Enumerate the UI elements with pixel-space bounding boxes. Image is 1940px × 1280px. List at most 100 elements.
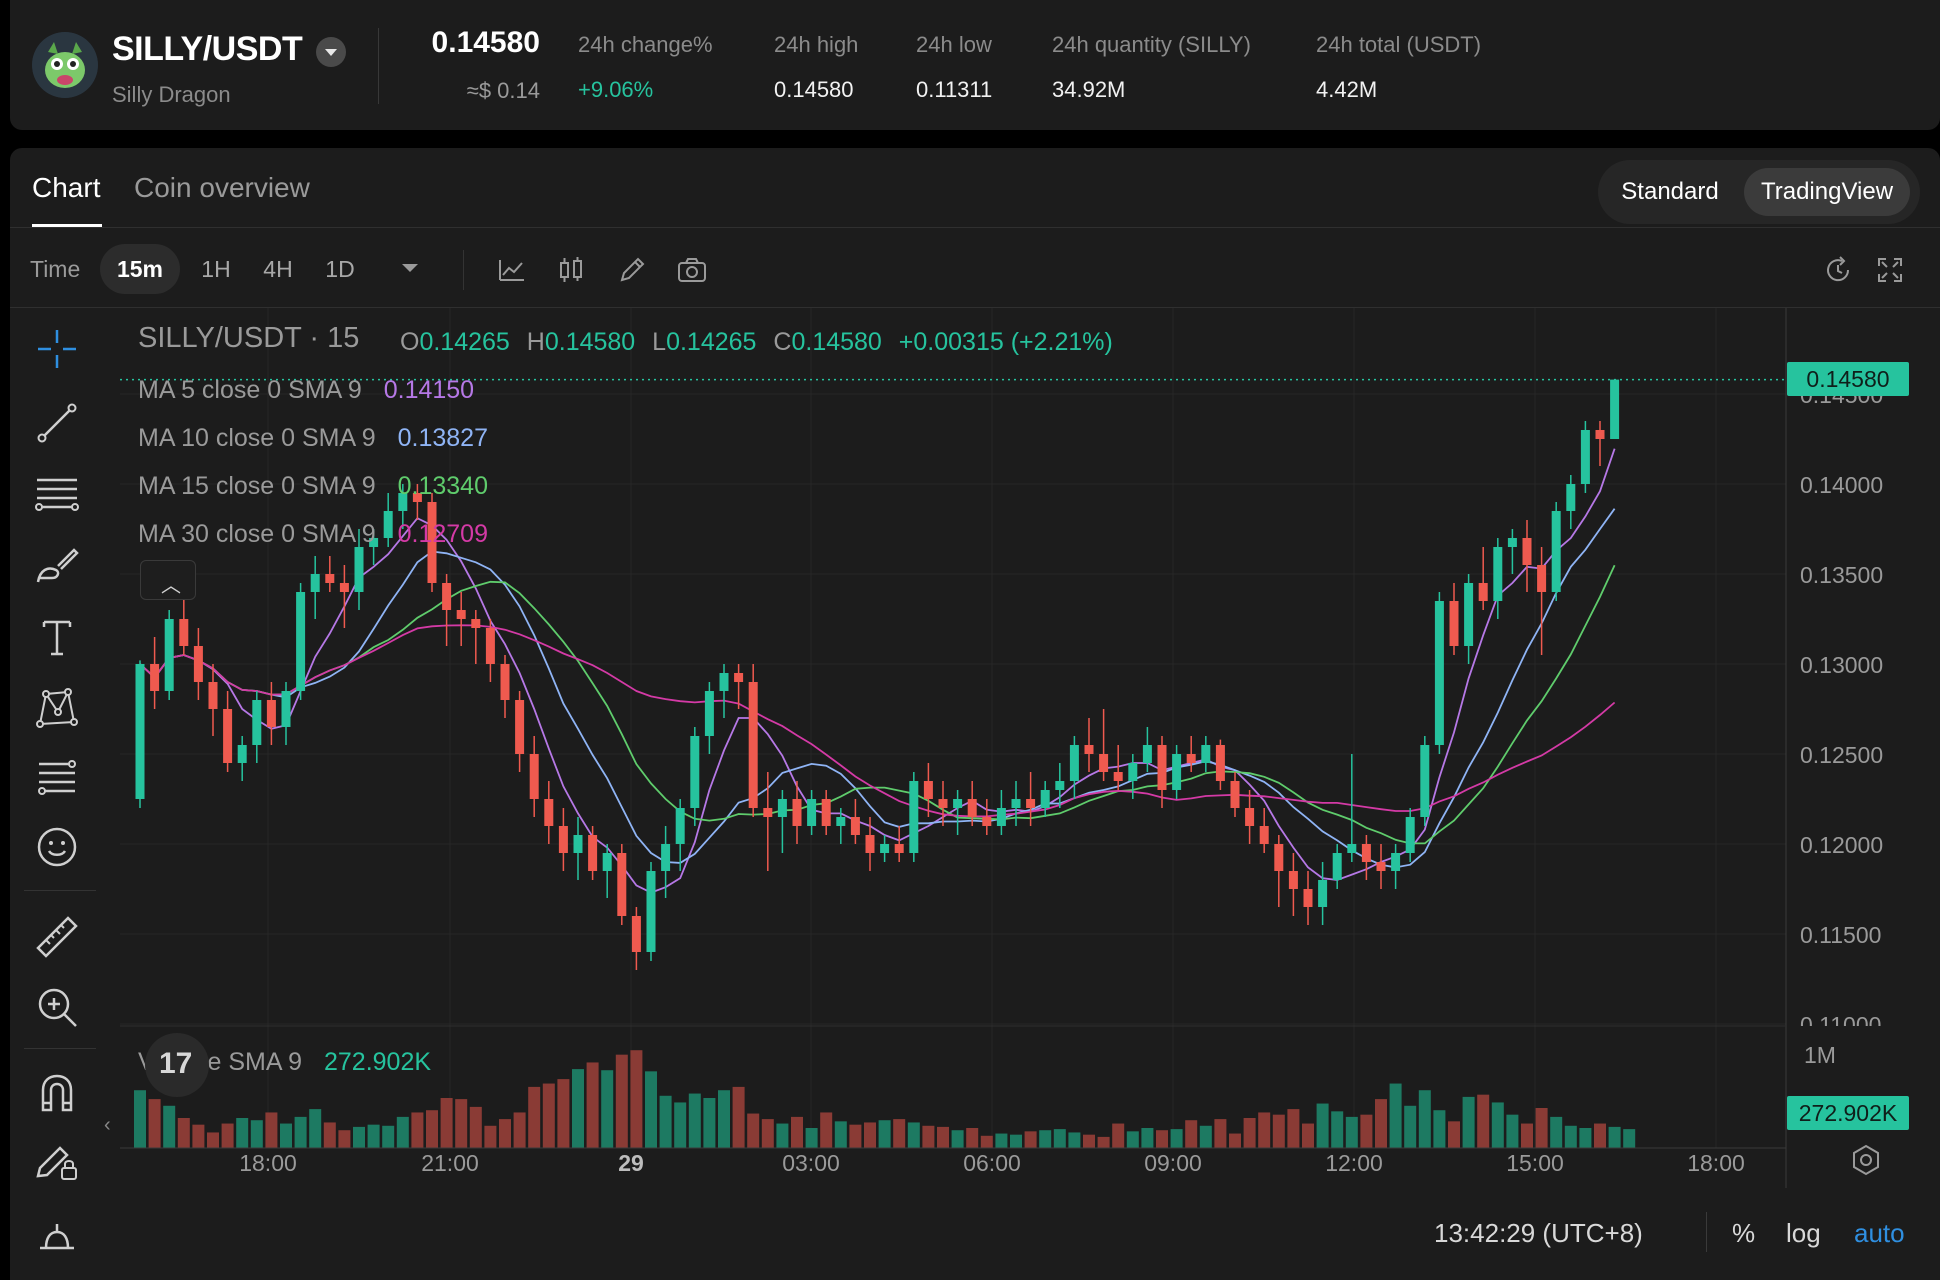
volume-bar: [1272, 1114, 1285, 1148]
ma-legend-10[interactable]: MA 10 close 0 SMA 9 0.13827: [138, 424, 488, 453]
candle-body: [734, 673, 744, 682]
volume-bar: [309, 1109, 322, 1148]
candle-body: [1186, 754, 1196, 763]
price-chart[interactable]: [10, 148, 1940, 1280]
volume-bar: [207, 1132, 219, 1148]
volume-value: 272.902K: [323, 1048, 432, 1076]
candle-body: [1128, 763, 1138, 781]
stat-label-total: 24h total (USDT): [1316, 32, 1482, 57]
volume-bar: [1389, 1083, 1402, 1148]
volume-bar: [192, 1124, 205, 1148]
candle-body: [1376, 862, 1386, 871]
scroll-left-icon[interactable]: ‹: [104, 1114, 111, 1137]
volume-bar: [1141, 1128, 1154, 1148]
candle-body: [1580, 430, 1590, 484]
candle-body: [1522, 538, 1532, 565]
volume-bar: [586, 1062, 599, 1148]
stat-label-high: 24h high: [774, 32, 859, 57]
volume-bar: [1068, 1132, 1081, 1148]
volume-bar: [1331, 1111, 1344, 1148]
candle-body: [631, 916, 641, 952]
log-scale-toggle[interactable]: log: [1786, 1218, 1821, 1249]
volume-bar: [323, 1122, 336, 1148]
volume-bar: [1229, 1133, 1241, 1148]
volume-bar: [878, 1120, 891, 1148]
volume-bar: [747, 1113, 760, 1148]
volume-bar: [893, 1119, 906, 1148]
ma-label: MA 15 close 0 SMA 9: [138, 472, 376, 500]
volume-bar: [674, 1102, 687, 1148]
candle-body: [544, 799, 554, 826]
volume-bar: [776, 1123, 789, 1148]
auto-scale-toggle[interactable]: auto: [1854, 1218, 1905, 1249]
ma-legend-15[interactable]: MA 15 close 0 SMA 9 0.13340: [138, 472, 488, 501]
candle-body: [1026, 799, 1036, 808]
last-price: 0.14580: [431, 26, 540, 59]
ma-value: 0.13827: [397, 424, 488, 452]
change-value: +0.00315 (+2.21%): [898, 328, 1113, 356]
candle-body: [179, 619, 189, 646]
time-tick: 21:00: [421, 1150, 479, 1176]
candle-body: [1405, 817, 1415, 853]
collapse-legend-button[interactable]: ︿: [140, 560, 196, 600]
pair-dropdown-icon[interactable]: [316, 37, 346, 67]
open-value: 0.14265: [419, 328, 510, 356]
coin-avatar: [32, 32, 98, 98]
volume-bar: [134, 1090, 146, 1148]
volume-bar: [1126, 1131, 1139, 1148]
volume-bar: [630, 1050, 643, 1148]
volume-bar: [718, 1090, 730, 1148]
stat-value-high: 0.14580: [774, 77, 854, 102]
price-tick: 0.13500: [1800, 562, 1884, 588]
candle-body: [1493, 547, 1503, 601]
candle-body: [1303, 889, 1313, 907]
volume-bar: [1462, 1096, 1475, 1148]
ma-legend-5[interactable]: MA 5 close 0 SMA 9 0.14150: [138, 376, 474, 405]
volume-bar: [294, 1116, 307, 1148]
candle-body: [850, 817, 860, 835]
candle-body: [471, 619, 481, 628]
volume-bar: [265, 1112, 278, 1148]
volume-bar: [440, 1098, 453, 1148]
candle-body: [1391, 853, 1401, 871]
volume-bar: [1287, 1109, 1300, 1148]
candle-body: [310, 574, 320, 592]
volume-bar: [1053, 1129, 1066, 1148]
candle-body: [894, 844, 904, 853]
candle-body: [617, 853, 627, 916]
volume-bar: [367, 1124, 380, 1148]
ma-value: 0.14150: [383, 376, 475, 404]
percent-scale-toggle[interactable]: %: [1732, 1218, 1755, 1249]
last-price-usd: ≈$ 0.14: [466, 78, 540, 103]
candle-body: [807, 799, 817, 826]
ma-label: MA 30 close 0 SMA 9: [138, 520, 376, 548]
time-tick: 09:00: [1144, 1150, 1202, 1176]
pair-name[interactable]: SILLY/USDT: [112, 30, 303, 69]
candle-body: [1347, 844, 1357, 853]
header-divider: [378, 28, 379, 104]
volume-bar: [280, 1123, 292, 1148]
candle-body: [485, 628, 495, 664]
volume-bar: [1199, 1125, 1212, 1148]
volume-bar: [1433, 1110, 1446, 1148]
candle-body: [296, 592, 306, 691]
volume-bar: [221, 1123, 234, 1148]
candle-body: [704, 691, 714, 736]
candle-body: [1055, 781, 1065, 790]
stat-value-quantity: 34.92M: [1052, 77, 1126, 102]
volume-bar: [761, 1119, 774, 1148]
chart-settings-icon[interactable]: [1848, 1142, 1884, 1178]
volume-bar: [1185, 1120, 1198, 1148]
ma-value: 0.12709: [397, 520, 488, 548]
candle-body: [1113, 772, 1123, 781]
candle-body: [1215, 745, 1225, 781]
ma-label: MA 5 close 0 SMA 9: [138, 376, 362, 404]
candle-body: [821, 799, 831, 826]
ma-legend-30[interactable]: MA 30 close 0 SMA 9 0.12709: [138, 520, 488, 549]
tradingview-logo[interactable]: 17: [145, 1033, 209, 1097]
candle-body: [763, 808, 773, 817]
volume-bar: [922, 1125, 935, 1148]
volume-bar: [484, 1125, 497, 1148]
candle-body: [1084, 745, 1094, 754]
candle-body: [646, 871, 656, 952]
